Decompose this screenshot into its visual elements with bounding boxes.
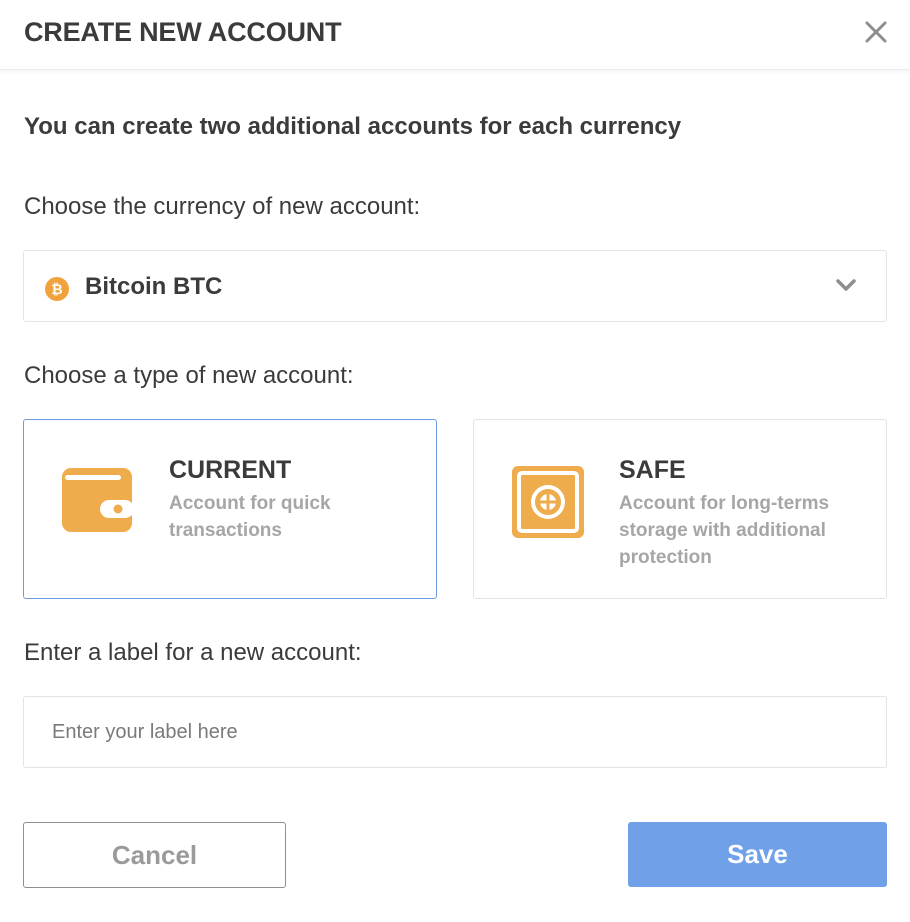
account-type-label: Choose a type of new account: [24,362,354,389]
account-type-current-card[interactable]: CURRENT Account for quick transactions [23,419,437,599]
chevron-down-icon [836,279,856,291]
close-icon[interactable] [860,16,892,48]
account-type-safe-card[interactable]: SAFE Account for long-terms storage with… [473,419,887,599]
account-type-description: Account for long-terms storage with addi… [619,493,830,568]
currency-select[interactable]: ₿ Bitcoin BTC [23,250,887,322]
account-type-description: Account for quick transactions [169,493,331,541]
cancel-button[interactable]: Cancel [23,822,286,888]
wallet-icon [62,468,134,532]
dialog-header: CREATE NEW ACCOUNT [0,0,910,70]
currency-label: Choose the currency of new account: [24,193,421,220]
account-label-input[interactable] [23,696,887,768]
account-label-label: Enter a label for a new account: [24,639,362,666]
account-type-name: SAFE [619,456,686,484]
safe-icon [512,466,584,538]
info-text: You can create two additional accounts f… [24,113,682,140]
currency-select-value: Bitcoin BTC [85,273,223,300]
save-button[interactable]: Save [628,822,887,887]
account-type-name: CURRENT [169,456,292,484]
dialog-title: CREATE NEW ACCOUNT [24,17,342,47]
bitcoin-icon: ₿ [45,277,69,301]
